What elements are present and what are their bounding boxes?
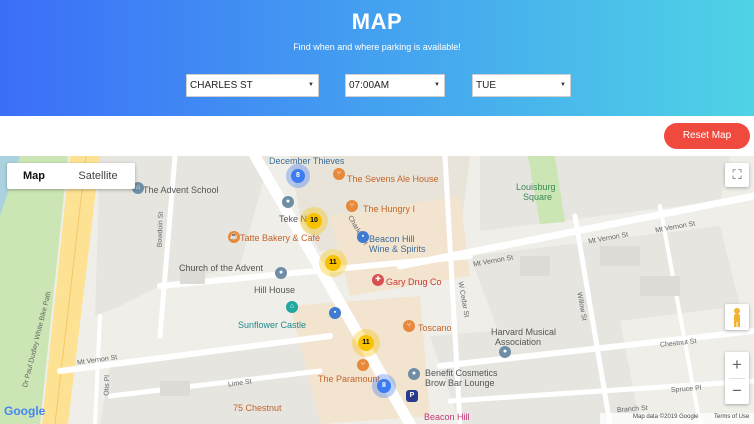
- map-data-credit: Map data ©2019 Google: [633, 414, 699, 420]
- cluster-count: 8: [291, 169, 305, 183]
- cluster-count: 11: [358, 335, 374, 351]
- cluster-count: 10: [306, 213, 322, 229]
- page-subtitle: Find when and where parking is available…: [293, 42, 461, 52]
- cluster-marker[interactable]: 8: [286, 164, 310, 188]
- street-select-value: CHARLES ST: [190, 80, 253, 91]
- map-attribution: Map data ©2019 Google Terms of Use: [600, 413, 754, 424]
- place-advent-school[interactable]: The Advent School: [143, 185, 219, 195]
- cluster-marker[interactable]: 10: [300, 207, 328, 235]
- place-tatte[interactable]: Tatte Bakery & Café: [240, 233, 320, 243]
- page-title: MAP: [351, 9, 403, 34]
- place-gary-drug[interactable]: Gary Drug Co: [386, 277, 442, 287]
- place-marker-icon[interactable]: ●: [275, 267, 287, 279]
- restaurant-icon[interactable]: ⑂: [403, 320, 415, 332]
- cluster-marker[interactable]: 11: [319, 249, 347, 277]
- zoom-control: + −: [725, 352, 749, 404]
- place-louisburg-2[interactable]: Square: [523, 192, 552, 202]
- restaurant-icon[interactable]: ⑂: [357, 359, 369, 371]
- google-logo-text: Google: [4, 404, 46, 418]
- pharmacy-icon[interactable]: ✚: [372, 274, 384, 286]
- place-december-thieves[interactable]: December Thieves: [269, 156, 344, 166]
- place-beacon-wine-1[interactable]: Beacon Hill: [369, 234, 415, 244]
- place-marker-icon[interactable]: ●: [408, 368, 420, 380]
- chevron-down-icon: ▼: [308, 82, 314, 88]
- terms-link[interactable]: Terms of Use: [714, 414, 749, 420]
- cluster-count: 11: [325, 255, 341, 271]
- cafe-icon[interactable]: ☕: [228, 231, 240, 243]
- time-select[interactable]: 07:00AM ▼: [345, 74, 445, 97]
- place-benefit-2[interactable]: Brow Bar Lounge: [425, 378, 495, 388]
- place-church-advent[interactable]: Church of the Advent: [179, 263, 263, 273]
- parking-icon[interactable]: P: [406, 390, 418, 402]
- map-canvas[interactable]: December Thieves The Advent School The S…: [0, 156, 754, 424]
- zoom-out-button[interactable]: −: [725, 378, 749, 404]
- street-select[interactable]: CHARLES ST ▼: [186, 74, 319, 97]
- cluster-marker[interactable]: 11: [352, 329, 380, 357]
- place-marker-icon[interactable]: ●: [499, 346, 511, 358]
- place-harvard-1[interactable]: Harvard Musical: [491, 327, 556, 337]
- tab-map[interactable]: Map: [7, 163, 61, 189]
- place-beacon-hill[interactable]: Beacon Hill: [424, 412, 470, 422]
- place-hungry-i[interactable]: The Hungry I: [363, 204, 415, 214]
- attraction-icon[interactable]: ⌂: [286, 301, 298, 313]
- day-select[interactable]: TUE ▼: [472, 74, 571, 97]
- shopping-icon[interactable]: ▪: [357, 231, 369, 243]
- zoom-in-button[interactable]: +: [725, 352, 749, 378]
- reset-map-button[interactable]: Reset Map: [664, 123, 750, 149]
- day-select-value: TUE: [476, 80, 496, 91]
- place-louisburg-1[interactable]: Louisburg: [516, 182, 556, 192]
- place-paramount[interactable]: The Paramount: [318, 374, 380, 384]
- chevron-down-icon: ▼: [434, 82, 440, 88]
- place-hill-house[interactable]: Hill House: [254, 285, 295, 295]
- fullscreen-icon[interactable]: ⛶: [725, 163, 749, 187]
- chevron-down-icon: ▼: [560, 82, 566, 88]
- place-sunflower[interactable]: Sunflower Castle: [238, 320, 306, 330]
- map-type-toggle: Map Satellite: [7, 163, 135, 189]
- cluster-marker[interactable]: 8: [372, 374, 396, 398]
- place-beacon-wine-2[interactable]: Wine & Spirits: [369, 244, 426, 254]
- place-benefit-1[interactable]: Benefit Cosmetics: [425, 368, 498, 378]
- tab-satellite[interactable]: Satellite: [61, 163, 135, 189]
- street-bowdoin: Bowdoin St: [156, 211, 165, 248]
- pegman-figure: [734, 308, 740, 327]
- time-select-value: 07:00AM: [349, 80, 390, 91]
- cluster-count: 8: [377, 379, 391, 393]
- street-otis: Otis Pl: [103, 375, 112, 396]
- header-banner: MAP Find when and where parking is avail…: [0, 0, 754, 116]
- place-the-sevens[interactable]: The Sevens Ale House: [347, 174, 439, 184]
- place-75-chestnut[interactable]: 75 Chestnut: [233, 403, 282, 413]
- restaurant-icon[interactable]: ⑂: [346, 200, 358, 212]
- shopping-icon[interactable]: ▪: [329, 307, 341, 319]
- restaurant-icon[interactable]: ⑂: [333, 168, 345, 180]
- place-marker-icon[interactable]: ●: [282, 196, 294, 208]
- pegman-icon[interactable]: [725, 304, 749, 330]
- place-toscano[interactable]: Toscano: [418, 323, 452, 333]
- google-logo: Google: [4, 404, 45, 418]
